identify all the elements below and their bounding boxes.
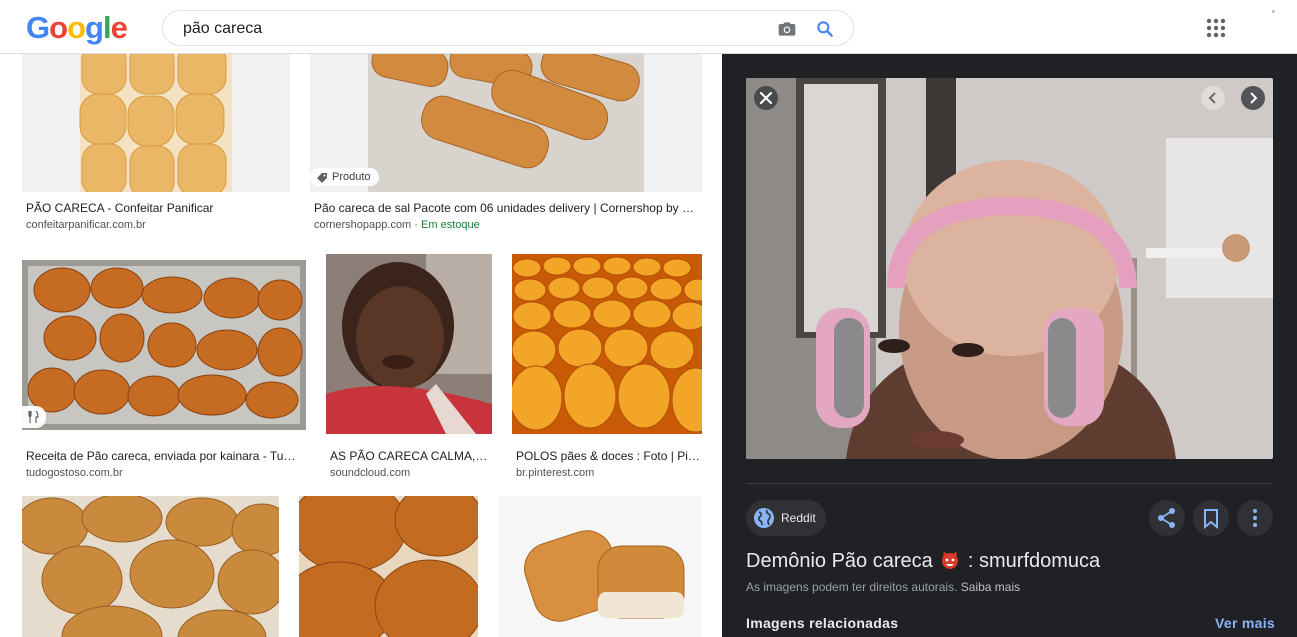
- learn-more-link[interactable]: Saiba mais: [961, 580, 1020, 594]
- panel-divider: [746, 483, 1273, 484]
- rights-notice: As imagens podem ter direitos autorais. …: [746, 580, 1020, 594]
- result-thumbnail[interactable]: [22, 260, 306, 430]
- result-thumbnail[interactable]: [326, 254, 492, 434]
- result-title[interactable]: AS PÃO CARECA CALMA, SOCORRO: [330, 449, 490, 463]
- source-chip[interactable]: Reddit: [746, 500, 826, 536]
- result-thumbnail[interactable]: [22, 54, 290, 192]
- panel-title-part2: : smurfdomuca: [967, 550, 1101, 572]
- more-options-button[interactable]: [1237, 500, 1273, 536]
- tag-icon: [317, 173, 327, 183]
- logo-letter: o: [49, 10, 68, 45]
- related-images-heading: Imagens relacionadas: [746, 615, 899, 631]
- logo-letter: o: [67, 10, 86, 45]
- result-title[interactable]: Receita de Pão careca, enviada por kaina…: [26, 449, 302, 463]
- result-thumbnail[interactable]: [498, 496, 702, 637]
- result-card[interactable]: AS PÃO CARECA CALMA, SOCORRO soundcloud.…: [326, 254, 492, 480]
- search-box: [162, 10, 854, 46]
- result-card[interactable]: PÃO CARECA - Confeitar Panificar confeit…: [22, 54, 290, 234]
- result-thumbnail[interactable]: [22, 496, 279, 637]
- next-button[interactable]: [1241, 86, 1265, 110]
- see-more-link[interactable]: Ver mais: [1215, 615, 1275, 631]
- camera-icon[interactable]: [777, 19, 797, 39]
- preview-image[interactable]: [746, 78, 1273, 459]
- result-source[interactable]: cornershopapp.com · Em estoque: [314, 219, 480, 231]
- rights-text: As imagens podem ter direitos autorais.: [746, 580, 958, 594]
- product-badge-label: Produto: [332, 171, 371, 183]
- logo-letter: l: [102, 10, 112, 45]
- stock-status: Em estoque: [421, 219, 480, 231]
- logo-letter: g: [85, 10, 104, 45]
- result-card[interactable]: [22, 496, 279, 637]
- result-source-domain[interactable]: cornershopapp.com: [314, 219, 411, 231]
- result-card[interactable]: [299, 496, 478, 637]
- logo-letter: e: [110, 10, 128, 45]
- panel-title[interactable]: Demônio Pão careca : smurfdomuca: [746, 550, 1100, 573]
- share-button[interactable]: [1149, 500, 1185, 536]
- result-source[interactable]: confeitarpanificar.com.br: [26, 219, 146, 231]
- close-button[interactable]: [754, 86, 778, 110]
- close-icon: [759, 91, 773, 105]
- product-badge: Produto: [310, 168, 379, 186]
- chevron-right-icon: [1250, 92, 1258, 104]
- bookmark-icon: [1204, 509, 1218, 530]
- logo-letter: G: [26, 10, 50, 45]
- result-card[interactable]: POLOS pães & doces : Foto | Pinterest br…: [512, 254, 702, 480]
- result-title[interactable]: PÃO CARECA - Confeitar Panificar: [26, 201, 286, 215]
- result-thumbnail[interactable]: Produto: [310, 54, 702, 192]
- result-source[interactable]: soundcloud.com: [330, 467, 410, 479]
- demon-emoji-icon: [942, 551, 959, 569]
- chevron-left-icon: [1208, 92, 1216, 104]
- apps-grid-icon[interactable]: [1205, 17, 1227, 39]
- result-title[interactable]: POLOS pães & doces : Foto | Pinterest: [516, 449, 700, 463]
- search-input[interactable]: [183, 19, 743, 39]
- source-name: Reddit: [781, 511, 816, 525]
- share-icon: [1158, 508, 1175, 528]
- result-card[interactable]: Receita de Pão careca, enviada por kaina…: [22, 260, 306, 480]
- result-thumbnail[interactable]: [512, 254, 702, 434]
- panel-title-part1: Demônio Pão careca: [746, 550, 933, 572]
- image-results-grid: PÃO CARECA - Confeitar Panificar confeit…: [0, 54, 722, 637]
- more-vert-icon: [1253, 509, 1257, 527]
- save-button[interactable]: [1193, 500, 1229, 536]
- google-logo[interactable]: Google: [26, 10, 128, 46]
- top-bar: Google: [0, 0, 1297, 54]
- previous-button[interactable]: [1201, 86, 1225, 110]
- recipe-badge: [22, 406, 46, 428]
- result-source[interactable]: br.pinterest.com: [516, 467, 594, 479]
- account-dot: [1272, 10, 1275, 13]
- fork-knife-icon: [28, 411, 39, 423]
- result-card[interactable]: [498, 496, 702, 637]
- preview-panel: Reddit Demônio Pão careca : smurfdomuca …: [722, 54, 1297, 637]
- result-source[interactable]: tudogostoso.com.br: [26, 467, 123, 479]
- result-title[interactable]: Pão careca de sal Pacote com 06 unidades…: [314, 201, 698, 215]
- result-thumbnail[interactable]: [299, 496, 478, 637]
- search-icon[interactable]: [815, 19, 835, 39]
- globe-icon: [754, 508, 774, 528]
- result-card[interactable]: Produto Pão careca de sal Pacote com 06 …: [310, 54, 702, 234]
